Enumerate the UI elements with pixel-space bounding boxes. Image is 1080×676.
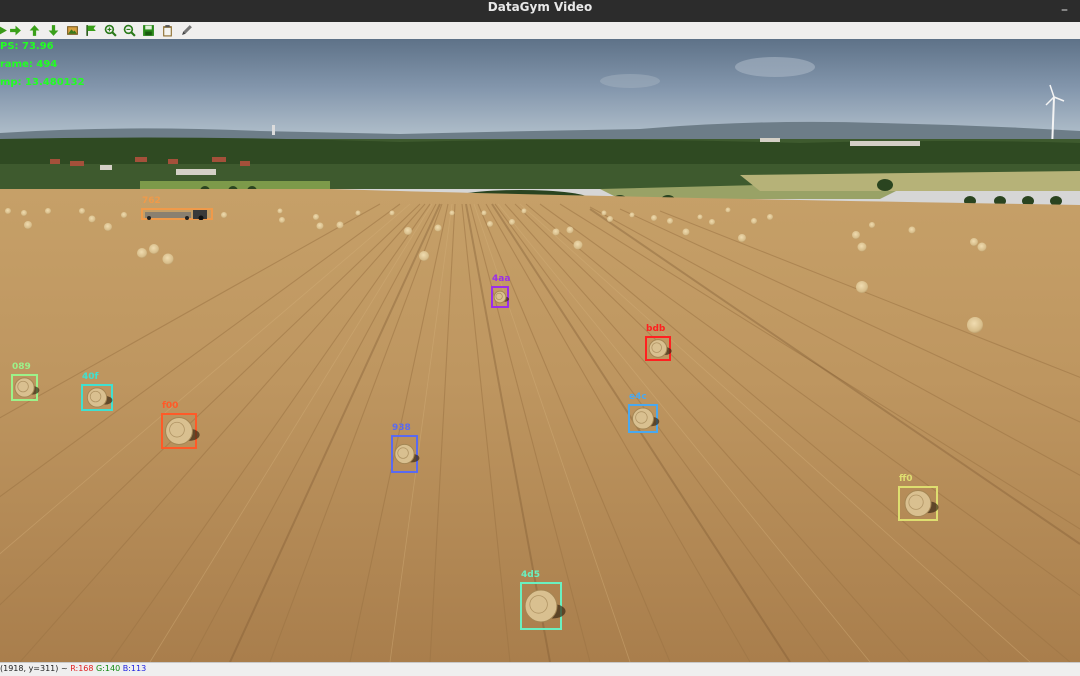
- fps-readout: PS: 73.96: [0, 41, 54, 52]
- hay-bale: [165, 417, 200, 445]
- frame-readout: rame: 494: [0, 59, 58, 70]
- up-arrow-icon[interactable]: [27, 23, 42, 38]
- pixel-red-value: R:168: [70, 664, 94, 673]
- flag-icon[interactable]: [84, 23, 99, 38]
- detection-box[interactable]: ff0: [898, 474, 939, 521]
- status-bar: (1918, y=311) ~ R:168 G:140 B:113: [0, 662, 1080, 676]
- clipboard-icon[interactable]: [160, 23, 175, 38]
- detection-box[interactable]: e4c: [628, 392, 660, 433]
- minimize-button[interactable]: –: [1061, 0, 1068, 20]
- pixel-green-value: G:140: [96, 664, 121, 673]
- down-arrow-icon[interactable]: [46, 23, 61, 38]
- video-frame[interactable]: PS: 73.96 rame: 494 mp: 13.480132 762 4a…: [0, 39, 1080, 662]
- timestamp-readout: mp: 13.480132: [0, 77, 85, 88]
- hay-bale: [524, 589, 566, 623]
- hay-bale: [86, 387, 113, 408]
- detection-label: 089: [12, 362, 31, 372]
- hay-bale: [493, 290, 510, 304]
- detection-label: 4aa: [492, 274, 511, 284]
- detection-box[interactable]: bdb: [645, 324, 672, 361]
- zoom-in-icon[interactable]: [103, 23, 118, 38]
- detection-box[interactable]: 4d5: [520, 570, 566, 630]
- window-title: DataGym Video: [487, 0, 593, 14]
- detection-label: 938: [392, 423, 411, 433]
- detection-box[interactable]: 762: [141, 196, 213, 220]
- forward-arrow-icon[interactable]: [8, 23, 23, 38]
- detection-box[interactable]: 089: [11, 362, 40, 401]
- detection-label: bdb: [646, 324, 666, 334]
- detection-label: f00: [162, 401, 179, 411]
- detection-box[interactable]: 40f: [81, 372, 113, 411]
- detection-box[interactable]: 4aa: [491, 274, 510, 308]
- hay-bale: [904, 489, 939, 518]
- hay-bale: [632, 407, 660, 430]
- detection-box[interactable]: f00: [161, 401, 200, 449]
- pixel-blue-value: B:113: [122, 664, 147, 673]
- hay-bale: [14, 377, 40, 398]
- field-scene: [0, 39, 1080, 662]
- detection-label: 762: [142, 196, 161, 206]
- window-titlebar: DataGym Video –: [0, 0, 1080, 22]
- hay-bale: [394, 443, 420, 465]
- detection-box[interactable]: 938: [391, 423, 420, 473]
- detection-label: e4c: [629, 392, 647, 402]
- zoom-out-icon[interactable]: [122, 23, 137, 38]
- save-icon[interactable]: [141, 23, 156, 38]
- tractor-icon: [145, 210, 207, 220]
- detection-label: 40f: [82, 372, 99, 382]
- hay-bale: [648, 339, 672, 358]
- cursor-coordinates: (1918, y=311) ~: [0, 664, 68, 673]
- image-icon[interactable]: [65, 23, 80, 38]
- detection-label: 4d5: [521, 570, 540, 580]
- toolbar: [0, 22, 1080, 40]
- edit-icon[interactable]: [179, 23, 194, 38]
- detection-label: ff0: [899, 474, 913, 484]
